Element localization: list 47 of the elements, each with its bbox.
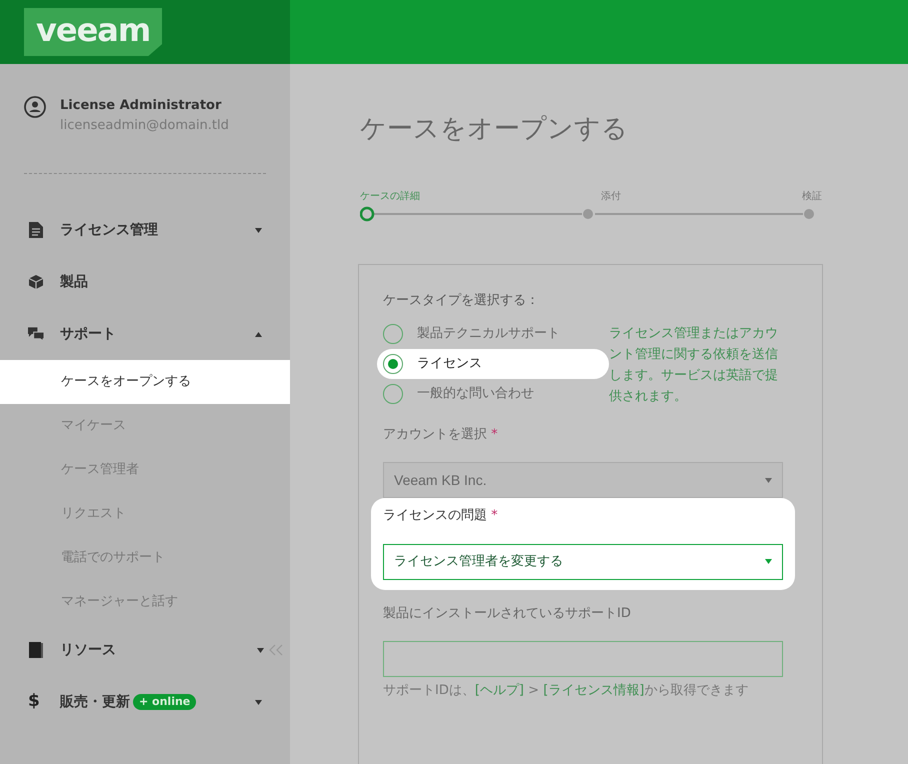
sidebar-subitem[interactable]: リクエスト xyxy=(0,492,290,536)
radio-option[interactable]: 一般的な問い合わせ xyxy=(377,378,609,409)
sidebar-subitem[interactable]: 電話でのサポート xyxy=(0,536,290,580)
sidebar-subitem[interactable]: ケース管理者 xyxy=(0,448,290,492)
radio-button[interactable] xyxy=(383,324,403,344)
sidebar-item[interactable]: $ 販売・更新 + online xyxy=(0,676,290,728)
dropdown[interactable]: Veeam KB Inc. xyxy=(383,462,783,498)
sidebar-subitem[interactable]: マネージャーと話す xyxy=(0,580,290,624)
field-label: アカウントを選択 * xyxy=(383,426,499,444)
book-icon xyxy=(28,642,44,658)
input-field[interactable] xyxy=(383,641,783,678)
radio-button[interactable] xyxy=(383,384,403,404)
help-link[interactable]: [ヘルプ] xyxy=(474,683,524,698)
sidebar-item[interactable]: サポート xyxy=(0,308,290,360)
step-label: 検証 xyxy=(802,190,822,204)
help-text: サポートIDは、[ヘルプ] > [ライセンス情報]から取得できます xyxy=(383,682,750,700)
sidebar-item[interactable]: ライセンス管理 xyxy=(0,204,290,256)
required-mark: * xyxy=(491,426,498,442)
help-text: ライセンス管理またはアカウント管理に関する依頼を送信します。サービスは英語で提供されます。 xyxy=(609,324,779,406)
radio-option[interactable]: ライセンス xyxy=(377,348,609,379)
help-link[interactable]: [ライセンス情報] xyxy=(543,683,644,698)
step-label: 添付 xyxy=(601,190,621,204)
dropdown[interactable]: ライセンス管理者を変更する xyxy=(383,544,783,580)
logo[interactable]: veeam xyxy=(24,8,162,56)
radio-option[interactable]: 製品テクニカルサポート xyxy=(377,318,609,349)
section-label: ケースタイプを選択する： xyxy=(383,292,540,310)
user-name: License Administrator xyxy=(60,97,222,115)
sidebar-subitem[interactable]: ケースをオープンする xyxy=(0,360,290,404)
field-label: ライセンスの問題 * xyxy=(383,507,499,526)
sidebar-item[interactable]: 製品 xyxy=(0,256,290,308)
field-label: 製品にインストールされているサポートID xyxy=(383,604,632,623)
cube-icon xyxy=(28,275,44,289)
caret-icon xyxy=(765,559,772,564)
radio-button[interactable] xyxy=(383,354,403,374)
online-badge: + online xyxy=(133,694,196,710)
sidebar-subitem[interactable]: マイケース xyxy=(0,404,290,448)
dollar-icon: $ xyxy=(28,689,44,715)
caret-icon xyxy=(765,478,772,483)
collapse-icon[interactable] xyxy=(268,644,284,656)
step-label: ケースの詳細 xyxy=(360,190,420,204)
page-title: ケースをオープンする xyxy=(360,114,629,146)
user-icon xyxy=(24,96,46,118)
chat-icon xyxy=(28,327,44,341)
document-icon xyxy=(28,222,44,238)
required-mark: * xyxy=(491,508,498,524)
sidebar-item[interactable]: リソース xyxy=(0,624,290,676)
user-email: licenseadmin@domain.tld xyxy=(60,116,229,134)
